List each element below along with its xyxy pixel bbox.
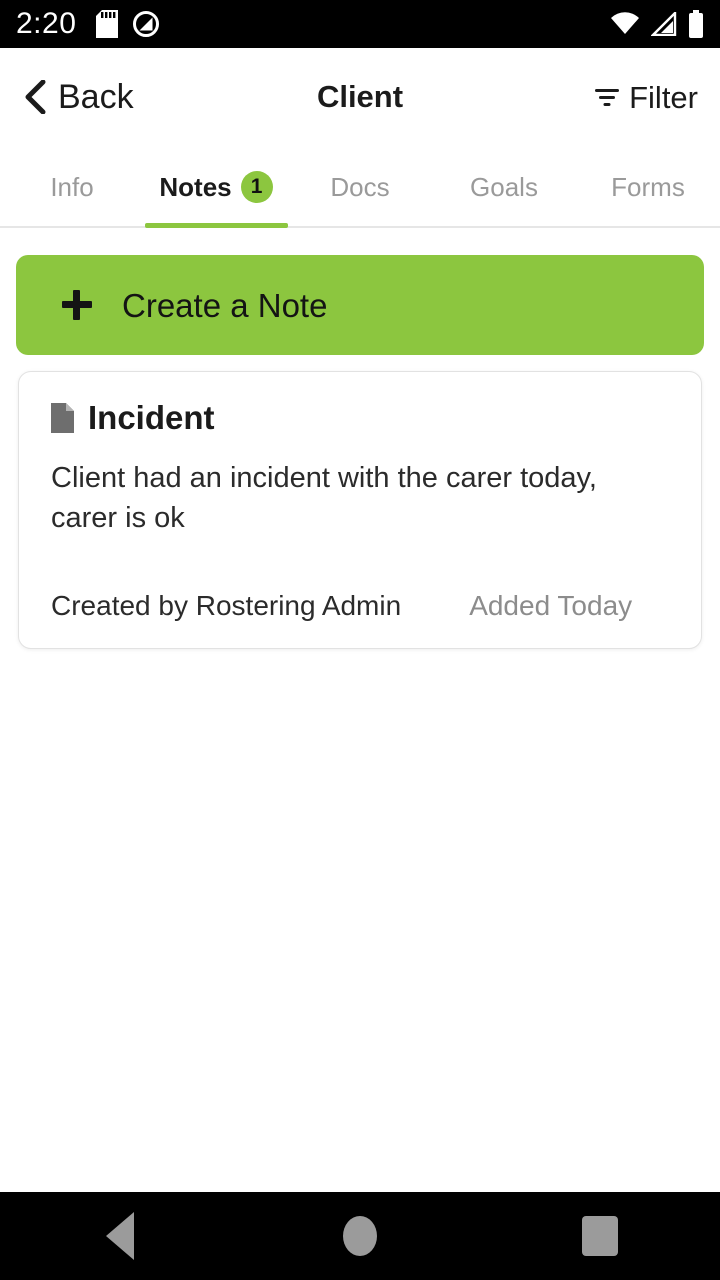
tab-docs[interactable]: Docs (288, 146, 432, 228)
note-card[interactable]: Incident Client had an incident with the… (18, 371, 702, 650)
note-title-row: Incident (51, 399, 669, 436)
do-not-disturb-icon (133, 11, 160, 37)
back-button[interactable]: Back (22, 80, 134, 114)
tab-goals[interactable]: Goals (432, 146, 576, 228)
chevron-left-icon (25, 80, 46, 114)
tab-divider (0, 226, 720, 228)
nav-recents-button[interactable] (540, 1192, 660, 1280)
tab-forms[interactable]: Forms (576, 146, 720, 228)
wifi-icon (611, 12, 639, 34)
tab-label: Docs (330, 172, 390, 202)
tab-label: Forms (611, 172, 685, 202)
tab-notes[interactable]: Notes 1 (144, 146, 288, 228)
nav-back-button[interactable] (60, 1192, 180, 1280)
phone-screen: 2:20 Back Client Filter Info Notes 1 Doc… (0, 0, 720, 1280)
cellular-signal-icon (651, 12, 677, 36)
note-added-date: Added Today (469, 590, 633, 622)
tab-info[interactable]: Info (0, 146, 144, 228)
filter-button[interactable]: Filter (594, 82, 698, 113)
status-bar: 2:20 (0, 0, 720, 48)
tab-active-underline (145, 223, 288, 228)
tab-bar: Info Notes 1 Docs Goals Forms (0, 146, 720, 228)
nav-home-button[interactable] (300, 1192, 420, 1280)
notes-list-content: Create a Note Incident Client had an inc… (0, 230, 720, 1192)
battery-icon (689, 10, 703, 38)
note-body: Client had an incident with the carer to… (51, 462, 597, 535)
filter-label: Filter (629, 79, 698, 115)
create-note-button[interactable]: Create a Note (16, 255, 704, 355)
app-header: Back Client Filter (0, 48, 720, 146)
notes-count-badge: 1 (240, 171, 273, 203)
android-navigation-bar (0, 1192, 720, 1280)
status-time: 2:20 (16, 7, 77, 40)
triangle-back-icon (106, 1212, 134, 1260)
tab-label: Info (50, 172, 94, 202)
circle-home-icon (343, 1216, 377, 1256)
note-author: Created by Rostering Admin (51, 590, 402, 622)
status-left-icons (96, 10, 160, 38)
tab-label: Goals (470, 172, 538, 202)
tab-label: Notes (159, 172, 232, 202)
create-note-label: Create a Note (122, 286, 328, 324)
sd-card-icon (96, 10, 119, 38)
document-icon (51, 403, 74, 434)
square-recents-icon (582, 1216, 618, 1256)
plus-icon (62, 290, 92, 320)
note-title: Incident (88, 399, 215, 436)
filter-icon (595, 89, 620, 106)
status-right-icons (610, 10, 704, 38)
back-label: Back (58, 78, 134, 116)
note-footer: Created by Rostering Admin Added Today (51, 590, 669, 622)
